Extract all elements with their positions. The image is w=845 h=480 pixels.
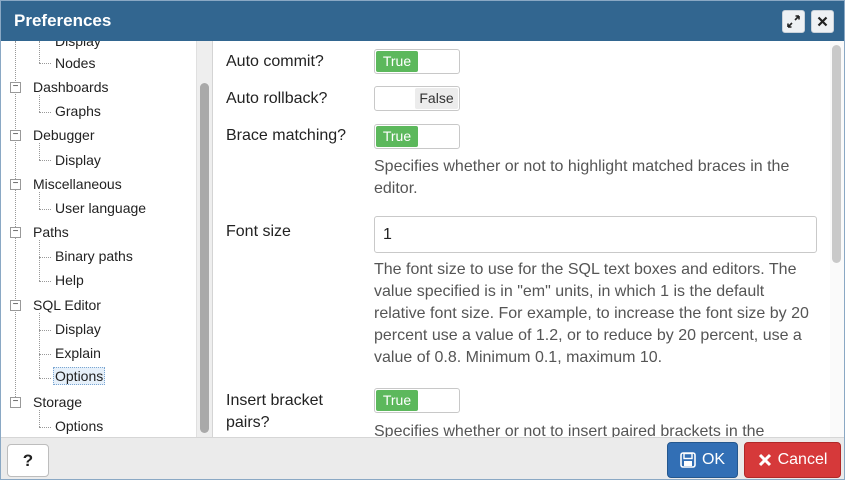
settings-scrollbar-thumb[interactable]: [832, 45, 841, 263]
toggle-on-state: True: [376, 51, 418, 72]
tree-item-graphs[interactable]: Graphs: [53, 102, 103, 120]
ok-button-label: OK: [701, 451, 726, 468]
collapse-toggle-sql-editor[interactable]: −: [10, 300, 21, 311]
tree-connector: [39, 313, 40, 378]
collapse-toggle-miscellaneous[interactable]: −: [10, 179, 21, 190]
tree-item-explain[interactable]: Explain: [53, 344, 103, 362]
insert-bracket-pairs-help: Specifies whether or not to insert paire…: [374, 423, 765, 437]
help-button[interactable]: ?: [7, 444, 49, 477]
dialog-footer: ? OK Cancel: [1, 437, 844, 479]
tree-item-nodes[interactable]: Nodes: [53, 54, 97, 72]
tree-connector: [39, 378, 51, 379]
brace-matching-label: Brace matching?: [226, 127, 347, 144]
insert-bracket-pairs-toggle[interactable]: True: [374, 388, 460, 413]
tree-connector: [39, 112, 51, 113]
preferences-tree: − − − − − − Display Nodes Dashboards Gra…: [1, 41, 196, 437]
collapse-toggle-storage[interactable]: −: [10, 397, 21, 408]
preferences-dialog: Preferences − − − − − − Display Nodes Da…: [0, 0, 845, 480]
auto-commit-label: Auto commit?: [226, 53, 324, 70]
tree-connector: [39, 192, 40, 209]
auto-rollback-label: Auto rollback?: [226, 90, 328, 107]
toggle-on-state: True: [376, 126, 418, 147]
tree-item-debugger[interactable]: Debugger: [31, 126, 97, 144]
tree-connector: [39, 143, 40, 160]
tree-connector: [39, 95, 40, 112]
tree-connector: [39, 63, 51, 64]
tree-item-display[interactable]: Display: [53, 41, 103, 50]
tree-item-dashboards[interactable]: Dashboards: [31, 78, 111, 96]
tree-connector: [39, 354, 51, 355]
tree-scrollbar[interactable]: [196, 41, 213, 437]
tree-connector: [39, 427, 51, 428]
close-icon: [758, 453, 771, 467]
toggle-on-state: True: [376, 390, 418, 411]
ok-button[interactable]: OK: [667, 442, 738, 478]
brace-matching-help: Specifies whether or not to highlight ma…: [374, 158, 790, 197]
collapse-toggle-paths[interactable]: −: [10, 227, 21, 238]
cancel-button-label: Cancel: [777, 451, 828, 468]
close-icon: [817, 16, 828, 27]
maximize-button[interactable]: [782, 10, 805, 33]
brace-matching-toggle[interactable]: True: [374, 124, 460, 149]
tree-connector: [15, 41, 16, 403]
tree-item-sql-editor-display[interactable]: Display: [53, 320, 103, 338]
auto-rollback-toggle[interactable]: False: [374, 86, 460, 111]
tree-item-sql-editor-options[interactable]: Options: [53, 367, 106, 385]
dialog-titlebar[interactable]: Preferences: [1, 1, 844, 41]
tree-connector: [39, 160, 51, 161]
tree-connector: [39, 41, 40, 63]
tree-item-sql-editor[interactable]: SQL Editor: [31, 296, 103, 314]
tree-item-debugger-display[interactable]: Display: [53, 151, 103, 169]
cancel-button[interactable]: Cancel: [744, 442, 841, 478]
tree-item-binary-paths[interactable]: Binary paths: [53, 247, 135, 265]
tree-item-help[interactable]: Help: [53, 271, 86, 289]
settings-scrollbar[interactable]: [830, 41, 844, 437]
tree-connector: [39, 410, 40, 427]
expand-icon: [787, 15, 800, 28]
tree-item-user-language[interactable]: User language: [53, 199, 148, 217]
tree-connector: [39, 240, 40, 281]
tree-connector: [39, 281, 51, 282]
close-button[interactable]: [811, 10, 834, 33]
toggle-off-state: False: [415, 88, 458, 109]
tree-item-storage[interactable]: Storage: [31, 393, 84, 411]
collapse-toggle-dashboards[interactable]: −: [10, 82, 21, 93]
collapse-toggle-debugger[interactable]: −: [10, 130, 21, 141]
tree-connector: [39, 257, 51, 258]
tree-scrollbar-thumb[interactable]: [200, 83, 209, 433]
font-size-input[interactable]: 1: [374, 216, 817, 253]
insert-bracket-pairs-label: Insert bracket pairs?: [226, 392, 323, 431]
tree-item-paths[interactable]: Paths: [31, 223, 71, 241]
tree-connector: [39, 330, 51, 331]
font-size-label: Font size: [226, 223, 291, 240]
dialog-title: Preferences: [14, 11, 112, 30]
tree-item-miscellaneous[interactable]: Miscellaneous: [31, 175, 124, 193]
tree-item-storage-options[interactable]: Options: [53, 417, 105, 435]
save-icon: [680, 452, 696, 468]
auto-commit-toggle[interactable]: True: [374, 49, 460, 74]
tree-connector: [39, 209, 51, 210]
settings-panel: Auto commit? True Auto rollback? False B…: [213, 41, 844, 437]
font-size-help: The font size to use for the SQL text bo…: [374, 261, 809, 366]
